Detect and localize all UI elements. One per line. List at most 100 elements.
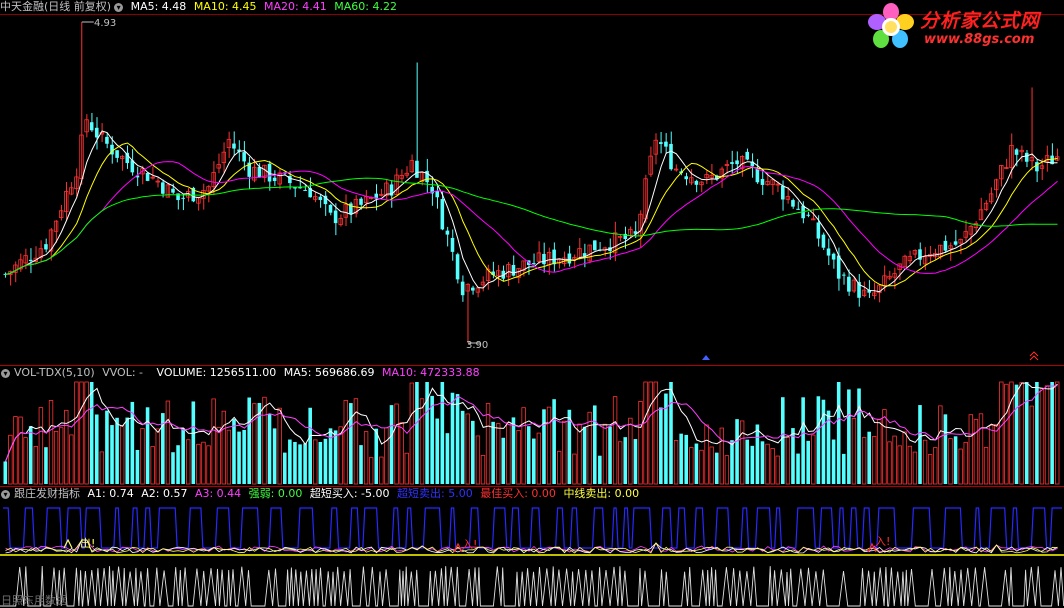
volume-bar bbox=[1035, 382, 1039, 484]
volume-bar bbox=[3, 461, 8, 484]
volume-bar bbox=[181, 428, 185, 484]
candle-body bbox=[816, 222, 821, 239]
volume-bar bbox=[755, 424, 760, 484]
volume-bar bbox=[577, 423, 582, 485]
volume-bar bbox=[89, 382, 94, 484]
candle-body bbox=[435, 191, 440, 198]
candle-body bbox=[471, 287, 475, 291]
candle-body bbox=[669, 143, 673, 170]
volume-bar bbox=[1024, 382, 1029, 484]
candle-body bbox=[28, 259, 33, 262]
volume-bar bbox=[861, 437, 867, 485]
volume-bar bbox=[384, 427, 389, 485]
volume-bar bbox=[806, 440, 810, 484]
volume-bar bbox=[765, 443, 770, 485]
volume-bar bbox=[471, 420, 475, 484]
volume-bar bbox=[978, 413, 984, 485]
volume-bar bbox=[119, 425, 125, 485]
volume-bar bbox=[694, 443, 699, 484]
chevron-down-icon[interactable]: ▾ bbox=[114, 2, 124, 12]
volume-bar bbox=[363, 431, 369, 485]
volume-bar bbox=[475, 435, 481, 485]
volume-bar bbox=[811, 434, 816, 485]
candle-body bbox=[760, 179, 765, 185]
volume-bar bbox=[491, 421, 495, 484]
signal-in-label: 入! bbox=[462, 538, 478, 551]
qiangruo-value: 强弱: 0.00 bbox=[248, 487, 303, 500]
candle-body bbox=[532, 263, 536, 265]
candle-body bbox=[232, 143, 236, 149]
triangle-spike-line bbox=[0, 565, 1064, 607]
indicator-header: ▾ 跟庄发财指标 A1: 0.74 A2: 0.57 A3: 0.44 强弱: 0… bbox=[0, 487, 643, 501]
volume-bar bbox=[69, 434, 74, 485]
volume-bar bbox=[140, 428, 145, 485]
volume-bar bbox=[704, 424, 709, 485]
volume-bar bbox=[221, 410, 226, 485]
volume-bar bbox=[282, 452, 287, 484]
volume-bar bbox=[206, 445, 211, 485]
volume-bar bbox=[1014, 384, 1019, 484]
volume-bar bbox=[501, 437, 506, 484]
candle-body bbox=[161, 182, 165, 194]
a1-value: A1: 0.74 bbox=[87, 487, 134, 500]
volume-bar bbox=[719, 427, 725, 485]
volume-bar bbox=[699, 449, 704, 485]
indicator-name: 跟庄发财指标 bbox=[14, 487, 80, 500]
volume-bar bbox=[750, 445, 755, 484]
candle-body bbox=[943, 240, 948, 251]
volume-bar bbox=[592, 405, 597, 484]
volume-bar bbox=[38, 407, 44, 485]
volume-bar bbox=[196, 443, 201, 485]
volume-header: ▾ VOL-TDX(5,10) VVOL: - VOLUME: 1256511.0… bbox=[0, 366, 484, 380]
candle-body bbox=[415, 160, 419, 178]
volume-bar bbox=[608, 426, 612, 484]
volume-bar bbox=[770, 448, 775, 485]
volume-bar bbox=[23, 437, 28, 485]
volume-bar bbox=[303, 443, 307, 484]
volume-bar bbox=[963, 441, 968, 485]
chevron-down-icon[interactable]: ▾ bbox=[1, 368, 10, 378]
best-buy-value: 最佳买入: 0.00 bbox=[480, 487, 556, 500]
volume-bar bbox=[48, 400, 54, 485]
vol-ma10-value: MA10: 472333.88 bbox=[381, 366, 480, 379]
volume-bar bbox=[857, 388, 861, 484]
candle-body bbox=[664, 141, 668, 147]
volume-bar bbox=[562, 420, 567, 485]
volume-bar bbox=[801, 397, 805, 484]
volume-bar bbox=[673, 440, 679, 485]
volume-bar bbox=[659, 407, 663, 484]
candle-body bbox=[303, 189, 307, 191]
volume-bar bbox=[669, 382, 673, 484]
volume-bar bbox=[532, 438, 536, 484]
volume-bar bbox=[943, 414, 948, 484]
volume-bar bbox=[53, 430, 59, 485]
candle-body bbox=[730, 162, 734, 164]
volume-bar bbox=[948, 438, 953, 485]
volume-bar bbox=[318, 441, 323, 484]
volume-bar bbox=[836, 382, 841, 484]
ma20-value: MA20: 4.41 bbox=[264, 0, 327, 13]
volume-bar bbox=[612, 396, 618, 485]
volume-bar bbox=[526, 426, 531, 484]
volume-bar bbox=[847, 389, 851, 484]
volume-bar bbox=[821, 399, 826, 484]
volume-bar bbox=[638, 401, 643, 485]
volume-bar bbox=[598, 455, 602, 484]
volume-bar bbox=[684, 434, 689, 484]
volume-bar bbox=[110, 425, 114, 484]
volume-bar bbox=[679, 433, 683, 484]
volume-layer bbox=[3, 381, 1060, 485]
logo-name: 分析家公式网 bbox=[920, 10, 1041, 32]
volume-bar bbox=[841, 453, 846, 484]
volume-bar bbox=[999, 381, 1004, 485]
candle-body bbox=[745, 151, 750, 160]
volume-bar bbox=[99, 451, 105, 485]
volume-bar bbox=[1055, 381, 1060, 485]
volume-bar bbox=[333, 430, 338, 484]
volume-bar bbox=[927, 454, 933, 485]
volume-bar bbox=[902, 431, 907, 485]
volume-bar bbox=[587, 411, 592, 485]
volume-bar bbox=[33, 445, 38, 485]
chevron-down-icon[interactable]: ▾ bbox=[1, 489, 10, 499]
volume-bar bbox=[623, 437, 628, 484]
